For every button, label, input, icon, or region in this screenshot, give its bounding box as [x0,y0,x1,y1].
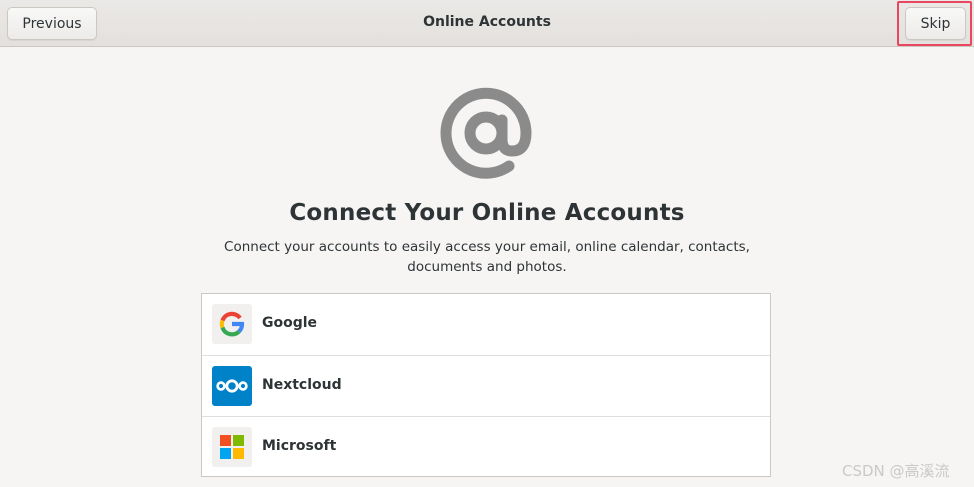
provider-row-nextcloud[interactable]: Nextcloud [202,355,770,416]
at-sign-icon [440,87,532,179]
google-icon [219,311,245,337]
provider-row-microsoft[interactable]: Microsoft [202,416,770,477]
page-heading: Connect Your Online Accounts [289,200,685,226]
google-logo [212,304,252,344]
provider-row-google[interactable]: Google [202,294,770,355]
provider-label-nextcloud: Nextcloud [262,377,342,393]
microsoft-logo [212,427,252,467]
window-title: Online Accounts [423,14,551,30]
provider-list: Google Nextcloud Microsoft [201,293,771,477]
provider-label-microsoft: Microsoft [262,438,337,454]
page-description: Connect your accounts to easily access y… [224,239,750,275]
provider-label-google: Google [262,315,318,331]
watermark: CSDN @高溪流 [842,462,950,480]
nextcloud-icon [216,379,248,393]
header-bar: Previous Online Accounts Skip [0,0,974,47]
nextcloud-logo [212,366,252,406]
microsoft-icon [220,435,244,459]
skip-button[interactable]: Skip [905,7,966,40]
